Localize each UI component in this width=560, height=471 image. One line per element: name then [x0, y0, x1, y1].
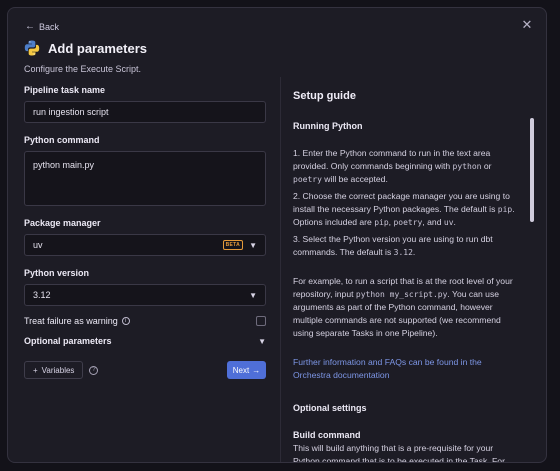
- python-version-value: 3.12: [33, 290, 51, 300]
- variables-button[interactable]: + Variables: [24, 361, 84, 379]
- chevron-down-icon: ▼: [249, 290, 257, 300]
- guide-example: For example, to run a script that is at …: [293, 276, 513, 338]
- back-button[interactable]: ← Back: [25, 21, 59, 32]
- info-icon[interactable]: i: [121, 317, 130, 325]
- python-version-select[interactable]: 3.12 ▼: [24, 284, 266, 306]
- optional-parameters-toggle[interactable]: Optional parameters ▼: [24, 336, 266, 346]
- python-command-value: python main.py: [33, 160, 95, 170]
- guide-section-title: Running Python: [293, 121, 363, 131]
- plus-icon: +: [33, 365, 38, 375]
- package-manager-select[interactable]: uv BETA ▼: [24, 234, 266, 256]
- optional-settings-title: Optional settings: [293, 403, 367, 413]
- variables-label: Variables: [41, 365, 75, 375]
- treat-failure-row: Treat failure as warning i: [24, 316, 266, 326]
- title-row: Add parameters: [24, 40, 147, 56]
- guide-step-2: 2. Choose the correct package manager yo…: [293, 191, 515, 227]
- documentation-link[interactable]: Further information and FAQs can be foun…: [293, 356, 519, 382]
- python-command-textarea[interactable]: python main.py: [24, 151, 266, 206]
- page-title: Add parameters: [48, 40, 147, 56]
- arrow-left-icon: ←: [25, 21, 35, 32]
- parameters-form: Pipeline task name run ingestion script …: [24, 85, 266, 346]
- footer-left: + Variables ?: [24, 361, 99, 379]
- close-icon[interactable]: ✕: [520, 18, 534, 32]
- treat-failure-checkbox[interactable]: [256, 316, 266, 326]
- divider: [280, 77, 281, 462]
- guide-scrollbar[interactable]: [530, 118, 534, 222]
- optional-parameters-label: Optional parameters: [24, 336, 112, 346]
- build-command-text: This will build anything that is a pre-r…: [293, 443, 505, 463]
- python-command-label: Python command: [24, 135, 100, 145]
- guide-step-3: 3. Select the Python version you are usi…: [293, 234, 493, 257]
- next-button[interactable]: Next →: [227, 361, 266, 379]
- build-command-title: Build command: [293, 430, 361, 440]
- page-subtitle: Configure the Execute Script.: [24, 64, 142, 74]
- task-name-label: Pipeline task name: [24, 85, 106, 95]
- setup-guide: Setup guide Running Python 1. Enter the …: [293, 90, 519, 463]
- python-version-label: Python version: [24, 268, 90, 278]
- treat-failure-label: Treat failure as warning: [24, 316, 118, 326]
- next-label: Next: [232, 365, 250, 375]
- package-manager-label: Package manager: [24, 218, 101, 228]
- task-name-value: run ingestion script: [33, 107, 109, 117]
- beta-badge: BETA: [222, 240, 244, 250]
- help-icon[interactable]: ?: [89, 365, 99, 375]
- chevron-down-icon: ▼: [249, 240, 257, 250]
- arrow-right-icon: →: [252, 365, 261, 375]
- guide-step-1: 1. Enter the Python command to run in th…: [293, 148, 492, 184]
- python-logo-icon: [24, 40, 40, 56]
- task-name-input[interactable]: run ingestion script: [24, 101, 266, 123]
- chevron-down-icon: ▼: [258, 336, 266, 346]
- add-parameters-modal: ← Back ✕ Add parameters Configure the Ex…: [7, 7, 547, 463]
- package-manager-value: uv: [33, 240, 43, 250]
- back-label: Back: [39, 21, 60, 32]
- guide-title: Setup guide: [293, 90, 356, 102]
